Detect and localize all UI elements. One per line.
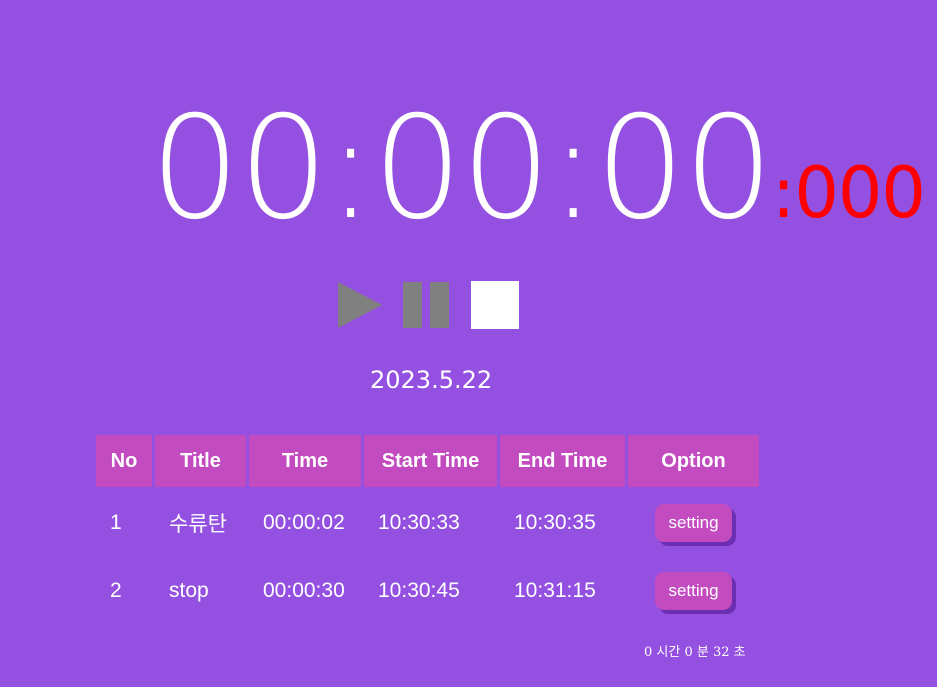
row-start-time: 10:30:45 xyxy=(378,578,460,602)
row-title: stop xyxy=(169,578,209,602)
header-option: Option xyxy=(628,435,759,487)
table-header-row: No Title Time Start Time End Time Option xyxy=(96,435,759,487)
clock-milliseconds: :000 xyxy=(771,152,926,234)
clock-time: 00:00:00 xyxy=(150,86,774,251)
pause-icon xyxy=(403,282,449,328)
setting-button[interactable]: setting xyxy=(655,571,732,610)
table-row: 1 수류탄 00:00:02 10:30:33 10:30:35 setting xyxy=(96,490,759,555)
row-time: 00:00:02 xyxy=(263,510,345,534)
pause-button[interactable] xyxy=(402,280,452,330)
setting-button[interactable]: setting xyxy=(655,503,732,542)
table-row: 2 stop 00:00:30 10:30:45 10:31:15 settin… xyxy=(96,558,759,623)
stop-button[interactable] xyxy=(470,280,520,330)
records-table: No Title Time Start Time End Time Option… xyxy=(93,432,762,626)
play-icon xyxy=(338,282,382,328)
header-end-time: End Time xyxy=(500,435,625,487)
row-end-time: 10:31:15 xyxy=(514,578,596,602)
stop-icon xyxy=(471,281,519,329)
header-time: Time xyxy=(249,435,361,487)
row-time: 00:00:30 xyxy=(263,578,345,602)
header-title: Title xyxy=(155,435,246,487)
row-no: 1 xyxy=(110,510,122,534)
row-title: 수류탄 xyxy=(169,512,227,536)
header-no: No xyxy=(96,435,152,487)
play-button[interactable] xyxy=(336,280,384,330)
row-end-time: 10:30:35 xyxy=(514,510,596,534)
current-date: 2023.5.22 xyxy=(370,366,493,394)
total-time: 0 시간 0 분 32 초 xyxy=(644,645,746,660)
row-start-time: 10:30:33 xyxy=(378,510,460,534)
stopwatch-display: 00:00:00:000 xyxy=(150,98,926,240)
row-no: 2 xyxy=(110,578,122,602)
row-option: setting xyxy=(628,490,759,555)
row-option: setting xyxy=(628,558,759,623)
header-start-time: Start Time xyxy=(364,435,497,487)
